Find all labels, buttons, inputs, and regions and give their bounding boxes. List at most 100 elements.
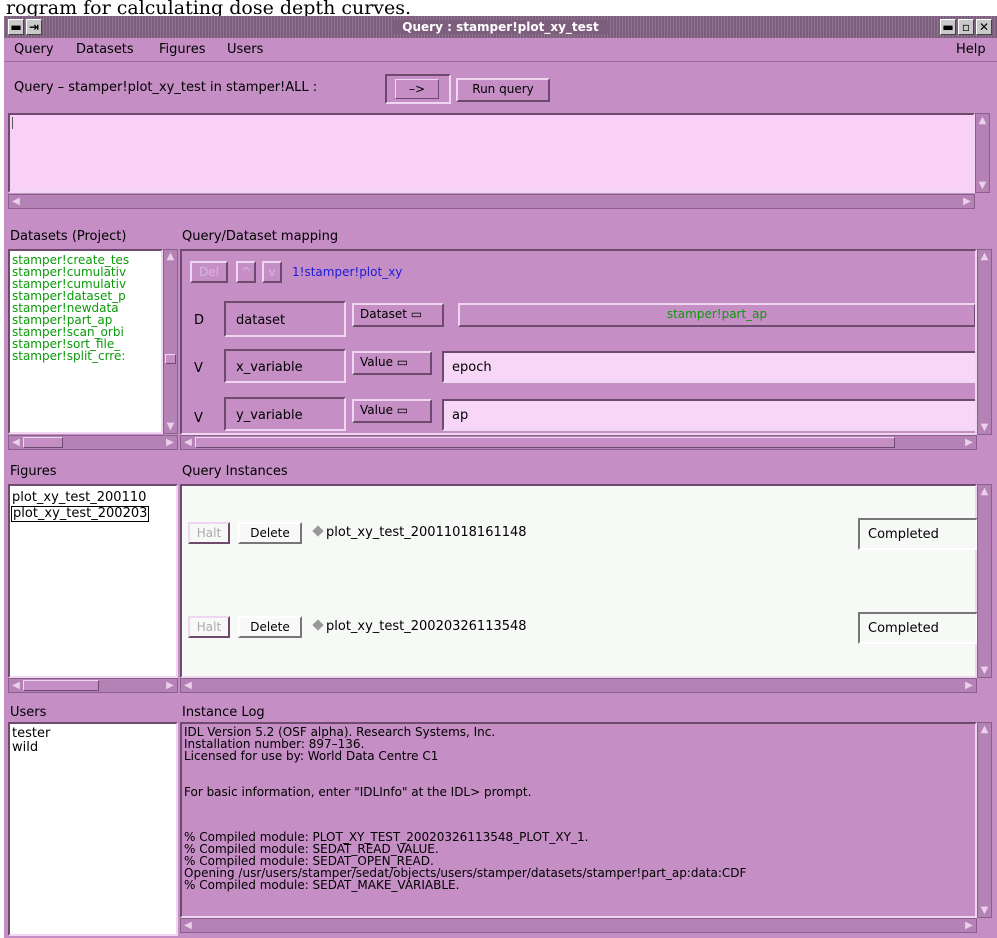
- instance-item[interactable]: plot_xy_test_20020326113548: [312, 619, 527, 634]
- figures-hscroll[interactable]: ◀ ▶: [8, 678, 178, 693]
- scroll-down-icon[interactable]: ▼: [164, 420, 177, 433]
- mapping-header: Query/Dataset mapping: [182, 229, 339, 244]
- menu-query[interactable]: Query: [14, 42, 54, 57]
- query-arrow-button[interactable]: –>: [395, 79, 439, 99]
- scroll-right-icon[interactable]: ▶: [163, 436, 177, 449]
- scroll-down-icon[interactable]: ▼: [976, 179, 989, 192]
- figure-item-selected[interactable]: plot_xy_test_200203: [11, 506, 150, 522]
- instances-hscroll[interactable]: ◀ ▶: [180, 678, 977, 693]
- menu-help[interactable]: Help: [956, 42, 986, 57]
- instances-vscroll[interactable]: ▲ ▼: [977, 484, 992, 678]
- scroll-left-icon[interactable]: ◀: [9, 195, 23, 208]
- user-item[interactable]: tester: [12, 727, 50, 741]
- x-variable-value: epoch: [452, 360, 492, 375]
- datasets-hscroll[interactable]: ◀ ▶: [8, 435, 178, 450]
- instance-log[interactable]: IDL Version 5.2 (OSF alpha). Research Sy…: [180, 722, 977, 918]
- scroll-left-icon[interactable]: ◀: [9, 679, 23, 692]
- log-header: Instance Log: [182, 705, 265, 720]
- scroll-left-icon[interactable]: ◀: [181, 436, 195, 449]
- minimize-icon[interactable]: ▬: [940, 19, 956, 35]
- del-button[interactable]: Del: [190, 261, 228, 283]
- scroll-left-icon[interactable]: ◀: [9, 436, 23, 449]
- mapping-hscroll[interactable]: ◀ ▶: [180, 435, 977, 450]
- close-icon[interactable]: ✕: [976, 19, 992, 35]
- query-vscroll[interactable]: ▲ ▼: [975, 113, 990, 193]
- maximize-icon[interactable]: ▫: [958, 19, 974, 35]
- scroll-left-icon[interactable]: ◀: [181, 919, 195, 932]
- x-variable-input[interactable]: epoch: [442, 351, 975, 383]
- delete-button[interactable]: Delete: [238, 616, 302, 638]
- scroll-up-icon[interactable]: ▲: [164, 250, 177, 263]
- text-cursor: [12, 117, 13, 129]
- datasets-vscroll[interactable]: ▲ ▼: [163, 249, 178, 434]
- halt-button[interactable]: Halt: [188, 616, 230, 638]
- mapping-vscroll[interactable]: ▲ ▼: [977, 249, 992, 435]
- menu-figures[interactable]: Figures: [159, 42, 205, 57]
- instances-header: Query Instances: [182, 464, 288, 479]
- datasets-header: Datasets (Project): [10, 229, 127, 244]
- menu-users[interactable]: Users: [227, 42, 263, 57]
- dataset-item[interactable]: stamper!split_crre:: [12, 350, 125, 362]
- status-field: Completed: [858, 612, 978, 644]
- query-text-area[interactable]: [8, 113, 975, 193]
- title-bar[interactable]: ▬ ⇥ Query : stamper!plot_xy_test ▬ ▫ ✕: [4, 16, 997, 38]
- run-query-button[interactable]: Run query: [456, 78, 550, 102]
- move-down-button[interactable]: v: [262, 261, 282, 283]
- instance-item[interactable]: plot_xy_test_20011018161148: [312, 525, 527, 540]
- scroll-down-icon[interactable]: ▼: [978, 904, 991, 917]
- document-caption: rogram for calculating dose depth curves…: [6, 0, 412, 16]
- dataset-value-button[interactable]: stamper!part_ap: [458, 303, 975, 327]
- row-name: dataset: [236, 313, 286, 328]
- scroll-right-icon[interactable]: ▶: [962, 919, 976, 932]
- scroll-up-icon[interactable]: ▲: [978, 723, 991, 736]
- log-line: Licensed for use by: World Data Centre C…: [184, 749, 439, 763]
- move-up-button[interactable]: ^: [236, 261, 256, 283]
- row-kind: V: [194, 361, 203, 376]
- y-type-dropdown[interactable]: Value ▭: [352, 399, 432, 423]
- query-hscroll[interactable]: ◀ ▶: [8, 194, 975, 209]
- scroll-thumb[interactable]: [195, 437, 895, 448]
- scroll-right-icon[interactable]: ▶: [962, 436, 976, 449]
- x-type-dropdown[interactable]: Value ▭: [352, 351, 432, 375]
- row-name-frame: x_variable: [224, 349, 346, 383]
- scroll-thumb[interactable]: [23, 437, 63, 448]
- y-variable-input[interactable]: ap: [442, 399, 975, 431]
- delete-button[interactable]: Delete: [238, 522, 302, 544]
- halt-button[interactable]: Halt: [188, 522, 230, 544]
- scroll-thumb[interactable]: [23, 680, 99, 691]
- scroll-right-icon[interactable]: ▶: [962, 679, 976, 692]
- log-line: For basic information, enter "IDLInfo" a…: [184, 785, 532, 799]
- scroll-thumb[interactable]: [165, 354, 176, 364]
- log-vscroll[interactable]: ▲ ▼: [977, 722, 992, 918]
- row-name-frame: y_variable: [224, 397, 346, 431]
- scroll-down-icon[interactable]: ▼: [978, 421, 991, 434]
- user-item[interactable]: wild: [12, 741, 38, 755]
- query-label: Query – stamper!plot_xy_test in stamper!…: [14, 80, 318, 95]
- figures-list[interactable]: plot_xy_test_200110 plot_xy_test_200203: [8, 484, 178, 678]
- row-kind: D: [194, 313, 205, 328]
- status-field: Completed: [858, 518, 978, 550]
- row-name-frame: dataset: [224, 301, 346, 337]
- figure-item[interactable]: plot_xy_test_200110: [12, 491, 146, 505]
- mapping-panel: Del ^ v 1!stamper!plot_xy D dataset Data…: [180, 249, 977, 435]
- scroll-up-icon[interactable]: ▲: [978, 250, 991, 263]
- datasets-list[interactable]: stamper!create_tes stamper!cumulativ sta…: [8, 249, 163, 434]
- menu-datasets[interactable]: Datasets: [76, 42, 134, 57]
- menu-bar: Query Datasets Figures Users Help: [4, 38, 997, 62]
- log-hscroll[interactable]: ◀ ▶: [180, 918, 977, 933]
- window-title: Query : stamper!plot_xy_test: [4, 16, 997, 38]
- users-header: Users: [10, 705, 47, 720]
- instances-panel: Halt Delete plot_xy_test_20011018161148 …: [180, 484, 978, 678]
- status-text: Completed: [868, 527, 939, 542]
- scroll-down-icon[interactable]: ▼: [978, 664, 991, 677]
- users-list[interactable]: tester wild: [8, 722, 178, 936]
- scroll-up-icon[interactable]: ▲: [978, 485, 991, 498]
- scroll-up-icon[interactable]: ▲: [976, 114, 989, 127]
- scroll-right-icon[interactable]: ▶: [960, 195, 974, 208]
- query-window: ▬ ⇥ Query : stamper!plot_xy_test ▬ ▫ ✕ Q…: [4, 16, 997, 938]
- row-name: x_variable: [236, 360, 303, 375]
- log-line: % Compiled module: SEDAT_MAKE_VARIABLE.: [184, 878, 460, 892]
- scroll-right-icon[interactable]: ▶: [163, 679, 177, 692]
- dataset-type-dropdown[interactable]: Dataset ▭: [352, 303, 444, 327]
- scroll-left-icon[interactable]: ◀: [181, 679, 195, 692]
